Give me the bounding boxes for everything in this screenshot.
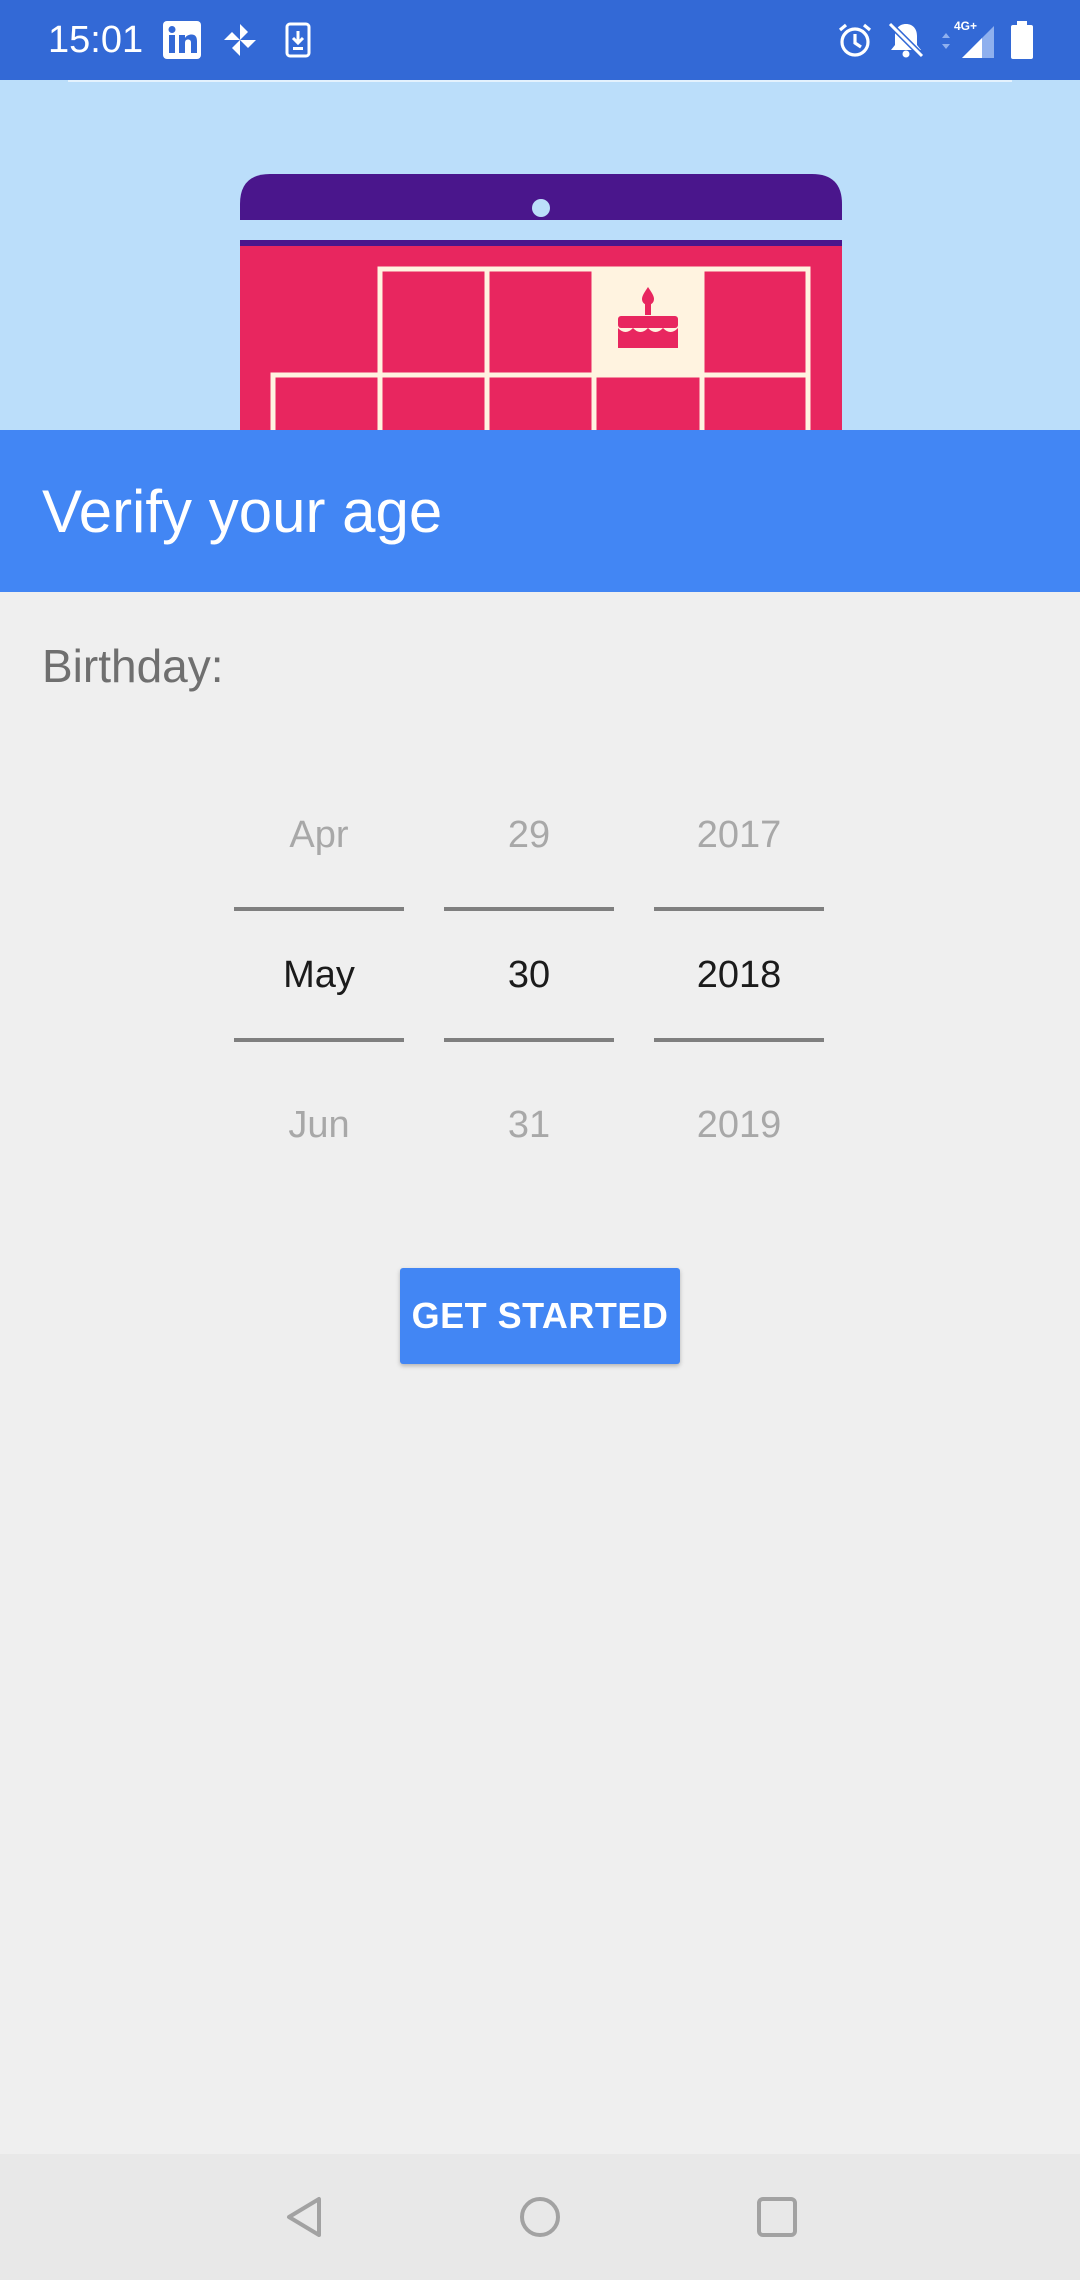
month-selected-value[interactable]: May bbox=[234, 910, 404, 1040]
get-started-button[interactable]: GET STARTED bbox=[400, 1268, 680, 1364]
month-prev-option[interactable]: Apr bbox=[234, 770, 404, 900]
day-selected-value[interactable]: 30 bbox=[444, 910, 614, 1040]
status-bar: 15:01 4G+ bbox=[0, 0, 1080, 80]
year-prev-option[interactable]: 2017 bbox=[654, 770, 824, 900]
pinwheel-icon bbox=[220, 18, 260, 62]
month-next-option[interactable]: Jun bbox=[234, 1060, 404, 1190]
battery-icon bbox=[1008, 18, 1036, 62]
back-button[interactable] bbox=[270, 2182, 340, 2252]
year-selected-value[interactable]: 2018 bbox=[654, 910, 824, 1040]
birthday-calendar-illustration bbox=[68, 80, 1012, 430]
back-icon bbox=[287, 2197, 321, 2237]
picker-divider bbox=[234, 1038, 404, 1042]
alarm-icon bbox=[834, 18, 876, 62]
recents-icon bbox=[757, 2197, 797, 2237]
navigation-bar bbox=[0, 2154, 1080, 2280]
hero-illustration bbox=[0, 80, 1080, 430]
year-next-option[interactable]: 2019 bbox=[654, 1060, 824, 1190]
picker-divider bbox=[444, 1038, 614, 1042]
notifications-off-icon bbox=[884, 18, 928, 62]
day-picker[interactable]: 29 30 31 bbox=[444, 770, 614, 1190]
birthday-label: Birthday: bbox=[42, 640, 224, 692]
status-time: 15:01 bbox=[48, 19, 144, 61]
recents-button[interactable] bbox=[742, 2182, 812, 2252]
signal-icon: 4G+ bbox=[938, 18, 998, 62]
picker-divider bbox=[654, 1038, 824, 1042]
day-next-option[interactable]: 31 bbox=[444, 1060, 614, 1190]
year-picker[interactable]: 2017 2018 2019 bbox=[654, 770, 824, 1190]
page-title: Verify your age bbox=[42, 478, 443, 545]
home-icon bbox=[520, 2197, 560, 2237]
day-prev-option[interactable]: 29 bbox=[444, 770, 614, 900]
svg-text:4G+: 4G+ bbox=[954, 19, 977, 33]
linkedin-icon bbox=[162, 18, 202, 62]
home-button[interactable] bbox=[505, 2182, 575, 2252]
month-picker[interactable]: Apr May Jun bbox=[234, 770, 404, 1190]
title-bar: Verify your age bbox=[0, 430, 1080, 592]
download-icon bbox=[280, 18, 316, 62]
